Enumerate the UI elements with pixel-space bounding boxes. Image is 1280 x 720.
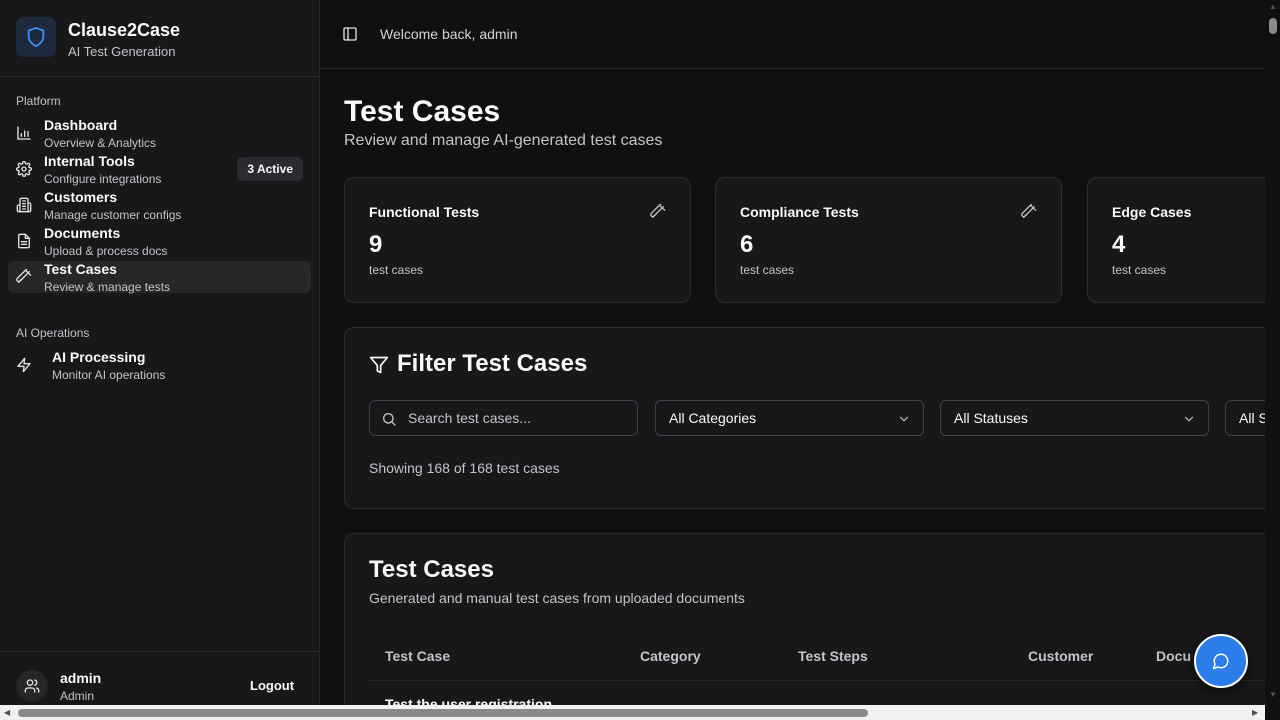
sidebar-item-subtitle: Overview & Analytics [44, 136, 157, 150]
app-root: Clause2Case AI Test Generation Platform … [0, 0, 1280, 720]
stat-value: 6 [740, 231, 754, 258]
sidebar-item-title: Test Cases [44, 261, 117, 277]
gear-icon [16, 161, 32, 177]
filter-title: Filter Test Cases [397, 350, 588, 377]
group-label-ai-operations: AI Operations [16, 326, 90, 340]
sidebar-item-subtitle: Monitor AI operations [52, 368, 166, 382]
stat-unit: test cases [740, 263, 795, 277]
user-name: admin [60, 670, 102, 686]
logout-button[interactable]: Logout [236, 672, 308, 700]
column-header-document[interactable]: Docu [1156, 648, 1191, 664]
sidebar-item-internal-tools[interactable]: Internal Tools Configure integrations 3 … [8, 153, 311, 186]
stat-card-functional: Functional Tests 9 test cases [344, 177, 691, 303]
table-subtitle: Generated and manual test cases from upl… [369, 590, 745, 606]
top-header: Welcome back, admin [320, 0, 1265, 69]
active-count-badge: 3 Active [237, 157, 303, 181]
filter-icon [369, 355, 389, 375]
stat-unit: test cases [1112, 263, 1167, 277]
welcome-prefix: Welcome back, [380, 26, 476, 42]
brand-subtitle: AI Test Generation [68, 44, 176, 59]
search-box[interactable] [369, 400, 638, 436]
stat-unit: test cases [369, 263, 424, 277]
test-tube-icon [1021, 203, 1037, 220]
sidebar: Clause2Case AI Test Generation Platform … [0, 0, 320, 720]
column-header-category[interactable]: Category [640, 648, 701, 664]
stat-card-edge-cases: Edge Cases 4 test cases [1087, 177, 1265, 303]
scroll-down-arrow-icon[interactable]: ▼ [1269, 690, 1277, 699]
scroll-right-arrow-icon[interactable]: ▶ [1252, 708, 1258, 717]
lightning-icon [16, 357, 32, 373]
table-title: Test Cases [369, 556, 494, 583]
test-cases-table-card: Test Cases Generated and manual test cas… [344, 533, 1265, 705]
welcome-message: Welcome back, admin [380, 26, 517, 42]
sidebar-item-ai-processing[interactable]: AI Processing Monitor AI operations [8, 349, 311, 382]
vertical-scrollbar[interactable]: ▲ ▼ [1265, 0, 1280, 705]
brand-header[interactable]: Clause2Case AI Test Generation [0, 0, 319, 77]
sidebar-item-test-cases[interactable]: Test Cases Review & manage tests [8, 261, 311, 294]
sidebar-item-subtitle: Manage customer configs [44, 208, 182, 222]
horizontal-scrollbar[interactable]: ◀ ▶ [0, 705, 1265, 720]
sidebar-item-title: Customers [44, 189, 118, 205]
sidebar-item-title: Documents [44, 225, 121, 241]
page-title: Test Cases [344, 95, 501, 128]
horizontal-scroll-thumb[interactable] [18, 709, 868, 717]
stat-title: Functional Tests [369, 204, 480, 220]
scroll-left-arrow-icon[interactable]: ◀ [4, 708, 10, 717]
sidebar-item-subtitle: Upload & process docs [44, 244, 168, 258]
brand-name: Clause2Case [68, 20, 181, 40]
sidebar-item-subtitle: Review & manage tests [44, 280, 171, 294]
chevron-down-icon [897, 412, 911, 426]
third-filter-select[interactable]: All S [1225, 400, 1265, 436]
sidebar-item-customers[interactable]: Customers Manage customer configs [8, 189, 311, 222]
third-filter-value: All S [1239, 410, 1265, 426]
user-role: Admin [60, 689, 95, 703]
sidebar-item-subtitle: Configure integrations [44, 172, 162, 186]
filter-card: Filter Test Cases All Categories All Sta… [344, 327, 1265, 509]
document-icon [16, 233, 32, 249]
scroll-up-arrow-icon[interactable]: ▲ [1269, 2, 1277, 11]
sidebar-item-title: AI Processing [52, 349, 146, 365]
search-icon [381, 411, 397, 427]
stat-title: Compliance Tests [740, 204, 859, 220]
group-label-platform: Platform [16, 94, 61, 108]
main-content: Test Cases Review and manage AI-generate… [320, 69, 1265, 705]
status-select[interactable]: All Statuses [940, 400, 1209, 436]
sidebar-item-dashboard[interactable]: Dashboard Overview & Analytics [8, 117, 311, 150]
sidebar-item-documents[interactable]: Documents Upload & process docs [8, 225, 311, 258]
column-header-customer[interactable]: Customer [1028, 648, 1093, 664]
category-select[interactable]: All Categories [655, 400, 924, 436]
page-subtitle: Review and manage AI-generated test case… [344, 132, 663, 149]
test-tube-icon [650, 203, 666, 220]
stat-title: Edge Cases [1112, 204, 1192, 220]
category-select-value: All Categories [669, 410, 757, 426]
chat-bubble-icon [1212, 652, 1230, 670]
test-tube-icon [16, 268, 32, 285]
column-header-test-steps[interactable]: Test Steps [798, 648, 868, 664]
column-header-test-case[interactable]: Test Case [385, 648, 450, 664]
vertical-scroll-thumb[interactable] [1269, 18, 1277, 34]
chevron-down-icon [1182, 412, 1196, 426]
stat-card-compliance: Compliance Tests 6 test cases [715, 177, 1062, 303]
table-row[interactable]: Test the user registration [385, 696, 552, 705]
sidebar-item-title: Dashboard [44, 117, 118, 133]
results-count: Showing 168 of 168 test cases [369, 460, 560, 476]
sidebar-item-title: Internal Tools [44, 153, 135, 169]
search-input[interactable] [408, 402, 628, 434]
shield-icon [16, 17, 56, 57]
building-icon [16, 197, 32, 213]
welcome-user: admin [479, 26, 518, 42]
bar-chart-icon [16, 125, 32, 141]
users-icon [16, 670, 48, 702]
table-divider [369, 680, 1265, 681]
sidebar-toggle-icon[interactable] [342, 26, 358, 42]
status-select-value: All Statuses [954, 410, 1028, 426]
stat-value: 9 [369, 231, 383, 258]
stat-value: 4 [1112, 231, 1126, 258]
chat-button[interactable] [1194, 634, 1248, 688]
